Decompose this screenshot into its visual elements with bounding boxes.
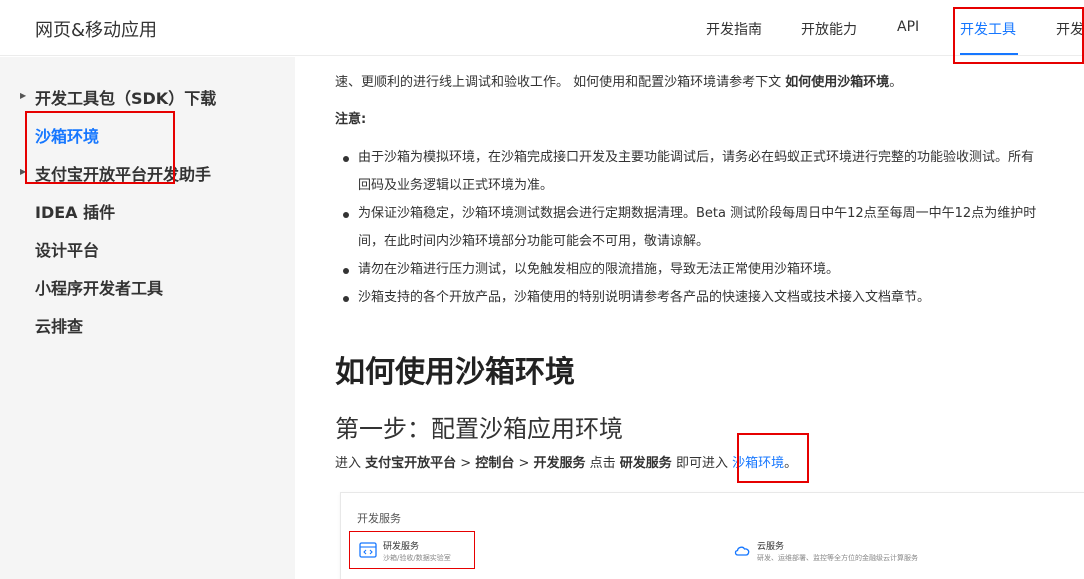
cloud-icon [734,546,750,556]
sidebar: ▶ 开发工具包（SDK）下载 沙箱环境 ▶ 支付宝开放平台开发助手 IDEA 插… [0,57,295,579]
screenshot-title: 开发服务 [357,512,401,525]
bullet-1-line-1: 由于沙箱为模拟环境，在沙箱完成接口开发及主要功能调试后，请务必在蚂蚁正式环境进行… [358,150,1035,165]
bullet-2-line-2: 间，在此时间内沙箱环境部分功能可能会不可用，敬请谅解。 [358,234,710,249]
card-rd-service-title[interactable]: 研发服务 [383,539,419,552]
card-cloud-service-desc: 研发、运维部署、监控等全方位的金融级云计算服务 [757,554,918,562]
sidebar-item-miniprogram-tools[interactable]: 小程序开发者工具 [35,275,163,299]
nav-dev-guide[interactable]: 开发指南 [706,19,762,39]
bullet-1-line-2: 回码及业务逻辑以正式环境为准。 [358,178,554,193]
main-content: 速、更顺利的进行线上调试和验收工作。 如何使用和配置沙箱环境请参考下文 如何使用… [295,57,1084,579]
section-heading: 如何使用沙箱环境 [335,355,575,390]
bullet-4-line-1: 沙箱支持的各个开放产品，沙箱使用的特别说明请参考各产品的快速接入文档或技术接入文… [358,290,931,305]
bullet-dot [343,156,349,162]
embedded-screenshot: 开发服务 研发服务 沙箱/验收/数据实验室 云服务 研发、运维部署、监控等全方位… [340,492,1084,579]
bullet-dot [343,212,349,218]
nav-active-indicator [960,53,1018,55]
nav-open-capability[interactable]: 开放能力 [801,19,857,39]
sidebar-item-sdk-download[interactable]: 开发工具包（SDK）下载 [35,85,216,109]
sandbox-link[interactable]: 沙箱环境 [732,456,784,471]
sidebar-item-design-platform[interactable]: 设计平台 [35,237,99,261]
top-nav: 开发指南 开放能力 API 开发工具 开发 [0,19,1084,39]
step-instruction: 进入 支付宝开放平台 > 控制台 > 开发服务 点击 研发服务 即可进入 沙箱环… [335,456,798,471]
bullet-2-line-1: 为保证沙箱稳定，沙箱环境测试数据会进行定期数据清理。Beta 测试阶段每周日中午… [358,206,1037,221]
step-heading: 第一步：配置沙箱应用环境 [335,415,623,443]
note-label: 注意: [335,112,367,127]
intro-link-text: 如何使用沙箱环境 [785,75,890,90]
nav-api[interactable]: API [897,19,919,35]
code-window-icon [359,542,377,558]
top-header: 网页&移动应用 开发指南 开放能力 API 开发工具 开发 [0,0,1084,56]
caret-right-icon[interactable]: ▶ [20,167,26,176]
nav-dev-tools[interactable]: 开发工具 [960,19,1016,39]
sidebar-item-dev-assistant[interactable]: 支付宝开放平台开发助手 [35,161,211,185]
card-rd-service-desc: 沙箱/验收/数据实验室 [383,554,451,562]
sidebar-item-sandbox[interactable]: 沙箱环境 [35,123,99,147]
caret-right-icon[interactable]: ▶ [20,91,26,100]
bullet-dot [343,296,349,302]
sidebar-item-cloud-debug[interactable]: 云排查 [35,313,83,337]
bullet-3-line-1: 请勿在沙箱进行压力测试，以免触发相应的限流措施，导致无法正常使用沙箱环境。 [358,262,840,277]
card-cloud-service-title[interactable]: 云服务 [757,539,784,552]
intro-paragraph: 速、更顺利的进行线上调试和验收工作。 如何使用和配置沙箱环境请参考下文 如何使用… [335,75,903,90]
bullet-dot [343,268,349,274]
nav-more[interactable]: 开发 [1056,19,1084,39]
sidebar-item-idea-plugin[interactable]: IDEA 插件 [35,199,115,223]
